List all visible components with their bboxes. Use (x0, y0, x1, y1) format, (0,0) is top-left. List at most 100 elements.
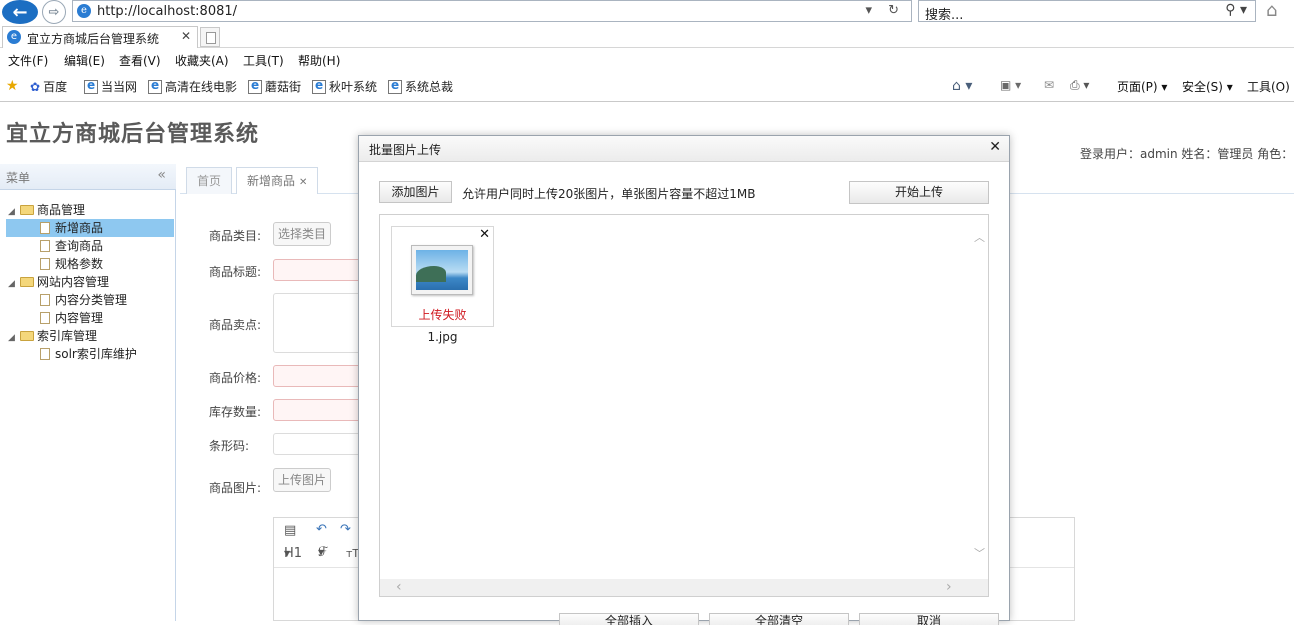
tree-item-query-goods[interactable]: 查询商品 (40, 237, 103, 255)
barcode-input[interactable] (273, 433, 363, 455)
menu-help[interactable]: 帮助(H) (298, 52, 340, 69)
stock-label: 库存数量: (209, 405, 262, 419)
page-menu[interactable]: 页面(P) ▾ (1117, 78, 1167, 95)
menu-file[interactable]: 文件(F) (8, 52, 48, 69)
fav-baidu[interactable]: ✿ 百度 (30, 78, 67, 95)
expand-arrow-icon[interactable]: ◢ (8, 275, 18, 293)
redo-icon[interactable]: ↷ (340, 522, 351, 537)
print-icon[interactable]: ⎙ ▾ (1070, 78, 1089, 93)
fav-system[interactable]: 系统总裁 (388, 78, 453, 95)
sidebar: 菜单 « ◢ 商品管理 新增商品 查询商品 规格参数 ◢ 网站内容管理 内容分类管理… (0, 164, 176, 621)
image-label: 商品图片: (209, 481, 262, 495)
select-category-button[interactable]: 选择类目 (273, 222, 331, 246)
forward-button[interactable]: ⇨ (42, 0, 66, 24)
folder-icon (20, 205, 34, 215)
add-image-button[interactable]: 添加图片 (379, 181, 452, 203)
file-icon (40, 294, 50, 306)
search-box[interactable]: 搜索... ⚲ ▾ (918, 0, 1256, 23)
tree-item-spec-params[interactable]: 规格参数 (40, 255, 103, 273)
tab-add-goods[interactable]: 新增商品 ✕ (236, 167, 319, 194)
price-input[interactable] (273, 365, 363, 387)
upload-image-button[interactable]: 上传图片 (273, 468, 331, 492)
sidebar-header: 菜单 « (0, 164, 176, 190)
sellpoint-textarea[interactable] (273, 293, 363, 353)
file-icon (40, 258, 50, 270)
price-label: 商品价格: (209, 371, 262, 385)
source-icon[interactable]: ▤ (284, 523, 296, 538)
browser-tab-bar: e 宜立方商城后台管理系统 ✕ (0, 26, 1294, 48)
fav-dangdang[interactable]: 当当网 (84, 78, 137, 95)
start-upload-button[interactable]: 开始上传 (849, 181, 989, 204)
fav-mogujie[interactable]: 蘑菇街 (248, 78, 301, 95)
rss-icon[interactable]: ▣ ▾ (1000, 78, 1021, 92)
insert-all-button[interactable]: 全部插入 (559, 613, 699, 625)
file-icon (40, 348, 50, 360)
heading-button[interactable]: H1 ▾ (284, 546, 302, 561)
tree-item-add-goods[interactable]: 新增商品 (6, 219, 174, 237)
ie-tab-icon: e (7, 30, 21, 44)
favorites-bar: ★ ✿百度 当当网 高清在线电影 蘑菇街 秋叶系统 系统总裁 ⌂ ▾ ▣ ▾ ✉… (0, 78, 1294, 98)
home-cmd-icon[interactable]: ⌂ ▾ (952, 78, 972, 94)
address-bar[interactable]: e http://localhost:8081/ ▾ ↻ (72, 0, 912, 22)
collapse-icon[interactable]: « (157, 167, 166, 183)
new-tab-button[interactable] (200, 27, 220, 47)
image-file-icon (411, 245, 473, 295)
back-button[interactable]: ← (2, 0, 38, 24)
tree-item-content-category[interactable]: 内容分类管理 (40, 291, 127, 309)
fav-movies[interactable]: 高清在线电影 (148, 78, 237, 95)
sidebar-title: 菜单 (6, 171, 31, 185)
title-input[interactable] (273, 259, 363, 281)
file-thumbnail[interactable]: ✕ 上传失败 (391, 226, 494, 327)
menu-tools[interactable]: 工具(T) (243, 52, 284, 69)
tools-menu[interactable]: 工具(O) (1247, 78, 1290, 95)
menu-favorites[interactable]: 收藏夹(A) (175, 52, 229, 69)
mail-icon[interactable]: ✉ (1044, 78, 1054, 92)
upload-file-area: ✕ 上传失败 1.jpg ︿ ﹀ ‹ › (379, 214, 989, 597)
browser-chrome: ← ⇨ e http://localhost:8081/ ▾ ↻ 搜索... ⚲… (0, 0, 1294, 102)
folder-icon (20, 331, 34, 341)
scroll-left-icon[interactable]: ‹ (396, 579, 402, 595)
tree-group-goods[interactable]: ◢ 商品管理 (8, 201, 174, 219)
tab-home[interactable]: 首页 (186, 167, 233, 194)
user-info: 登录用户：admin 姓名：管理员 角色： (1080, 147, 1294, 161)
expand-arrow-icon[interactable]: ◢ (8, 329, 18, 347)
address-url[interactable]: http://localhost:8081/ (97, 4, 237, 19)
menu-view[interactable]: 查看(V) (119, 52, 161, 69)
close-tab-icon[interactable]: ✕ (181, 29, 191, 43)
ie-fav-icon (312, 78, 326, 94)
scroll-right-icon[interactable]: › (946, 579, 952, 595)
remove-file-icon[interactable]: ✕ (479, 227, 490, 242)
font-button[interactable]: ℱ ▾ (318, 545, 328, 560)
ie-page-icon: e (77, 4, 91, 18)
undo-icon[interactable]: ↶ (316, 522, 327, 537)
safety-menu[interactable]: 安全(S) ▾ (1182, 78, 1233, 95)
menu-edit[interactable]: 编辑(E) (64, 52, 105, 69)
vertical-scrollbar[interactable]: ︿ ﹀ (971, 215, 988, 579)
search-icon[interactable]: ⚲ ▾ (1225, 2, 1247, 18)
upload-hint: 允许用户同时上传20张图片，单张图片容量不超过1MB (462, 187, 756, 201)
browser-tab[interactable]: e 宜立方商城后台管理系统 ✕ (2, 26, 198, 48)
stock-input[interactable] (273, 399, 363, 421)
folder-icon (20, 277, 34, 287)
clear-all-button[interactable]: 全部清空 (709, 613, 849, 625)
close-dialog-icon[interactable]: ✕ (989, 139, 1001, 155)
tree-group-content[interactable]: ◢ 网站内容管理 (8, 273, 109, 291)
file-name: 1.jpg (427, 330, 458, 344)
search-placeholder[interactable]: 搜索... (925, 4, 963, 23)
close-tab-icon[interactable]: ✕ (299, 177, 307, 188)
dialog-title: 批量图片上传 (369, 143, 442, 157)
address-controls[interactable]: ▾ ↻ (865, 3, 905, 18)
horizontal-scrollbar[interactable]: ‹ › (380, 579, 988, 596)
upload-status: 上传失败 (418, 308, 467, 322)
fav-qiuye[interactable]: 秋叶系统 (312, 78, 377, 95)
file-icon (40, 240, 50, 252)
tree-item-solr[interactable]: solr索引库维护 (40, 345, 137, 363)
favorites-star-icon[interactable]: ★ (6, 78, 19, 94)
tree-item-content-manage[interactable]: 内容管理 (40, 309, 103, 327)
tree-group-index[interactable]: ◢ 索引库管理 (8, 327, 97, 345)
scroll-up-icon[interactable]: ︿ (974, 229, 985, 245)
home-icon[interactable]: ⌂ (1266, 0, 1277, 21)
file-icon (40, 312, 50, 324)
scroll-down-icon[interactable]: ﹀ (974, 545, 985, 561)
cancel-button[interactable]: 取消 (859, 613, 999, 625)
